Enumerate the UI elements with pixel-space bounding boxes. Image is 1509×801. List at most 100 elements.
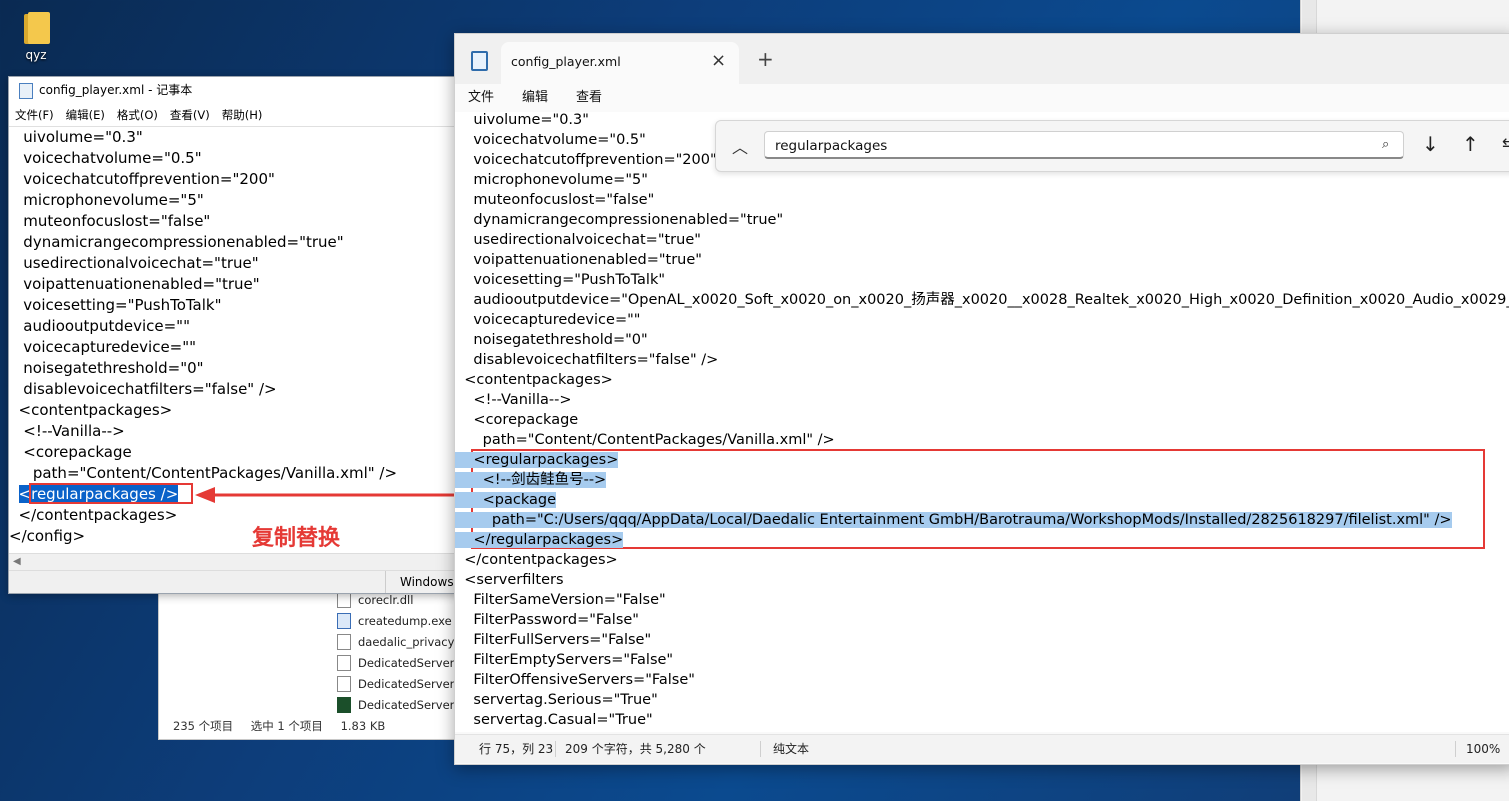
line-text: servertag.Serious="True" xyxy=(455,692,658,708)
scroll-left-icon[interactable]: ◀ xyxy=(13,556,21,567)
menu-bar: 文件(F) 编辑(E) 格式(O) 查看(V) 帮助(H) xyxy=(9,104,459,126)
line-text: usedirectionalvoicechat="true" xyxy=(455,232,701,248)
line-text: audiooutputdevice="OpenAL_x0020_Soft_x00… xyxy=(455,292,1509,308)
text-line: noisegatethreshold="0" xyxy=(9,359,204,377)
close-tab-icon[interactable]: × xyxy=(711,50,726,71)
text-line: path="C:/Users/qqq/AppData/Local/Daedali… xyxy=(455,510,1452,530)
horizontal-scrollbar[interactable]: ◀ xyxy=(9,553,457,570)
text-line: servertag.Serious="True" xyxy=(455,690,658,710)
annotation-arrow-icon xyxy=(195,487,463,503)
text-line: </contentpackages> xyxy=(455,550,618,570)
file-icon xyxy=(337,675,351,692)
file-explorer-window: coreclr.dll createdump.exe daedalic_privac… xyxy=(158,590,462,740)
find-input[interactable]: regularpackages xyxy=(764,131,1404,159)
find-next-icon[interactable]: ↓ xyxy=(1422,132,1439,156)
title-bar: config_player.xml - 记事本 xyxy=(9,77,459,104)
file-item[interactable]: daedalic_privacyp xyxy=(337,632,462,652)
file-icon xyxy=(337,654,351,671)
expand-replace-icon[interactable]: ︿ xyxy=(732,134,748,158)
tab-bar: config_player.xml × + xyxy=(455,34,1509,84)
line-text: <!--剑齿鲑鱼号--> xyxy=(455,472,607,488)
text-line: <!--剑齿鲑鱼号--> xyxy=(455,470,607,490)
menu-item[interactable]: 编辑 xyxy=(522,90,548,105)
text-line: noisegatethreshold="0" xyxy=(455,330,647,350)
text-line: <!--Vanilla--> xyxy=(455,390,571,410)
menu-item[interactable]: 文件(F) xyxy=(15,108,54,122)
text-line: disablevoicechatfilters="false" /> xyxy=(9,380,277,398)
text-line: microphonevolume="5" xyxy=(9,191,204,209)
line-text: <corepackage xyxy=(455,412,579,428)
text-line: audiooutputdevice="" xyxy=(9,317,190,335)
explorer-status-bar: 235 个项目 选中 1 个项目 1.83 KB xyxy=(159,715,459,737)
text-editor[interactable]: uivolume="0.3" voicechatvolume="0.5" voi… xyxy=(455,112,1509,732)
search-icon[interactable]: ⌕ xyxy=(1382,137,1389,152)
file-item[interactable]: DedicatedServer xyxy=(337,695,454,715)
line-text: voipattenuationenabled="true" xyxy=(455,252,702,268)
line-text: FilterFullServers="False" xyxy=(455,632,652,648)
text-line: voipattenuationenabled="true" xyxy=(9,275,260,293)
folder-icon xyxy=(22,10,50,44)
menu-item[interactable]: 文件 xyxy=(468,90,494,105)
line-ending-status: Windows xyxy=(385,571,454,593)
file-name: daedalic_privacyp xyxy=(358,635,462,649)
text-line: path="Content/ContentPackages/Vanilla.xm… xyxy=(455,430,835,450)
text-line: FilterPassword="False" xyxy=(455,610,639,630)
line-text: </contentpackages> xyxy=(455,552,618,568)
line-text: path="Content/ContentPackages/Vanilla.xm… xyxy=(455,432,835,448)
menu-item[interactable]: 查看 xyxy=(576,90,602,105)
notepad-app-icon xyxy=(471,51,488,71)
line-text: FilterPassword="False" xyxy=(455,612,639,628)
line-text: microphonevolume="5" xyxy=(455,172,648,188)
menu-item[interactable]: 查看(V) xyxy=(170,108,210,122)
file-name: coreclr.dll xyxy=(358,593,414,607)
text-line: voicechatvolume="0.5" xyxy=(9,149,202,167)
file-item[interactable]: DedicatedServer xyxy=(337,674,454,694)
line-text: <contentpackages> xyxy=(455,372,613,388)
text-line: dynamicrangecompressionenabled="true" xyxy=(455,210,783,230)
desktop-folder-icon[interactable]: qyz xyxy=(14,6,58,62)
menu-item[interactable]: 帮助(H) xyxy=(222,108,263,122)
line-text: <!--Vanilla--> xyxy=(455,392,572,408)
line-text: <package xyxy=(455,492,557,508)
text-line: voicechatcutoffprevention="200" xyxy=(455,150,717,170)
text-line: uivolume="0.3" xyxy=(455,112,589,130)
text-line: <contentpackages> xyxy=(455,370,613,390)
text-line: muteonfocuslost="false" xyxy=(9,212,211,230)
zoom-level[interactable]: 100% xyxy=(1466,735,1500,763)
text-line: <contentpackages> xyxy=(9,401,173,419)
file-item[interactable]: DedicatedServer xyxy=(337,653,454,673)
text-line: microphonevolume="5" xyxy=(455,170,648,190)
text-line: </contentpackages> xyxy=(9,506,178,524)
line-text: servertag.Casual="True" xyxy=(455,712,653,728)
file-name: DedicatedServer xyxy=(358,656,455,670)
annotation-label: 复制替换 xyxy=(252,526,341,551)
line-text: voicechatcutoffprevention="200" xyxy=(455,152,717,168)
menu-item[interactable]: 编辑(E) xyxy=(66,108,105,122)
selected-size: 1.83 KB xyxy=(340,719,386,733)
text-line: voicecapturedevice="" xyxy=(9,338,197,356)
tab-config-player[interactable]: config_player.xml × xyxy=(501,42,739,84)
text-line: voicecapturedevice="" xyxy=(455,310,640,330)
text-line: FilterFullServers="False" xyxy=(455,630,651,650)
new-tab-button[interactable]: + xyxy=(757,47,774,71)
menu-item[interactable]: 格式(O) xyxy=(117,108,158,122)
notepad-icon xyxy=(19,83,33,99)
file-name: DedicatedServer xyxy=(358,677,455,691)
notepad-window: config_player.xml × + 文件 编辑 查看 uivolume="0… xyxy=(454,33,1509,765)
status-bar: 行 75，列 23 209 个字符，共 5,280 个 纯文本 100% xyxy=(455,734,1509,763)
text-line: voicechatcutoffprevention="200" xyxy=(9,170,275,188)
line-text: FilterOffensiveServers="False" xyxy=(455,672,695,688)
line-text: dynamicrangecompressionenabled="true" xyxy=(455,212,784,228)
find-previous-icon[interactable]: ↑ xyxy=(1462,132,1479,156)
tab-label: config_player.xml xyxy=(511,54,621,69)
line-text: voicecapturedevice="" xyxy=(455,312,641,328)
text-line: usedirectionalvoicechat="true" xyxy=(455,230,701,250)
file-item[interactable]: createdump.exe xyxy=(337,611,452,631)
text-line: FilterSameVersion="False" xyxy=(455,590,665,610)
find-options-icon[interactable]: ⇆ xyxy=(1502,134,1509,153)
status-bar: Windows xyxy=(9,570,457,593)
text-line: </config> xyxy=(9,527,86,545)
text-line: <regularpackages> xyxy=(455,450,619,470)
file-type: 纯文本 xyxy=(773,742,810,756)
cursor-position: 行 75，列 23 xyxy=(479,742,554,756)
